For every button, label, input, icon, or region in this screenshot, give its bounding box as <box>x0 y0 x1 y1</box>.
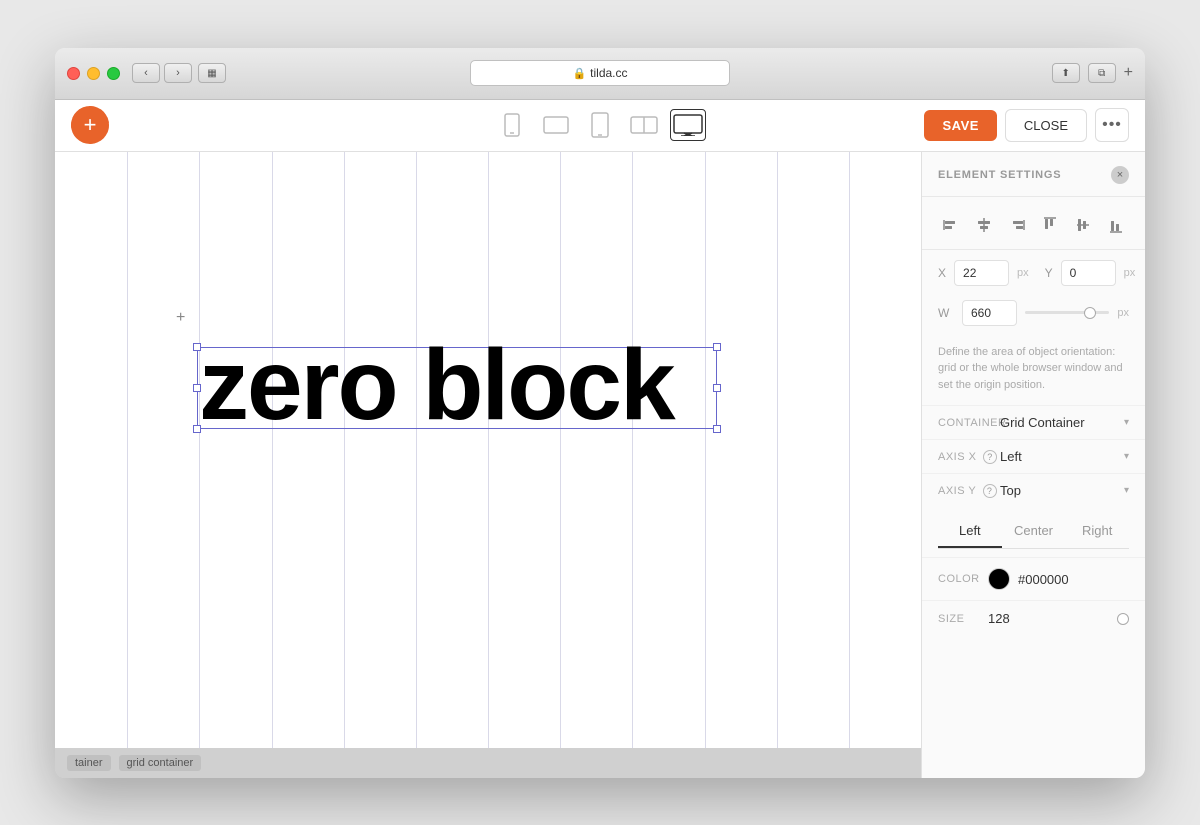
panel-close-button[interactable]: × <box>1111 166 1129 184</box>
maximize-window-btn[interactable] <box>107 67 120 80</box>
x-input[interactable] <box>954 260 1009 286</box>
size-slider-dot[interactable] <box>1117 613 1129 625</box>
position-xy-row: X px Y px <box>922 250 1145 296</box>
y-unit: px <box>1124 267 1136 279</box>
lock-icon: 🔒 <box>572 67 586 80</box>
align-left-icon[interactable] <box>937 211 965 239</box>
tab-left[interactable]: Left <box>938 515 1002 548</box>
size-row: SIZE 128 <box>922 600 1145 636</box>
breadcrumb-bar: tainer grid container <box>55 748 921 778</box>
y-input[interactable] <box>1061 260 1116 286</box>
axis-y-dropdown-arrow[interactable]: ▾ <box>1124 485 1129 496</box>
back-btn[interactable]: ‹ <box>132 63 160 83</box>
container-label: CONTAINER <box>938 417 1000 429</box>
color-row: COLOR #000000 <box>922 557 1145 600</box>
breadcrumb-grid-container[interactable]: grid container <box>119 755 202 771</box>
resize-handle-bl[interactable] <box>193 425 201 433</box>
align-top-icon[interactable] <box>1036 211 1064 239</box>
tab-center[interactable]: Center <box>1002 515 1066 548</box>
resize-handle-tl[interactable] <box>193 343 201 351</box>
y-label: Y <box>1045 266 1053 280</box>
text-block-content[interactable]: zero block <box>199 335 674 435</box>
w-slider-thumb[interactable] <box>1084 307 1096 319</box>
title-bar-right: ⬆ ⧉ + <box>1052 63 1133 83</box>
close-window-btn[interactable] <box>67 67 80 80</box>
device-split-view[interactable] <box>626 109 662 141</box>
url-text: tilda.cc <box>590 66 627 80</box>
resize-handle-ml[interactable] <box>193 384 201 392</box>
container-setting-row: CONTAINER Grid Container ▾ <box>922 405 1145 439</box>
color-label: COLOR <box>938 573 988 585</box>
description-text: Define the area of object orientation: g… <box>922 336 1145 406</box>
axis-x-dropdown-arrow[interactable]: ▾ <box>1124 451 1129 462</box>
x-label: X <box>938 266 946 280</box>
align-bottom-icon[interactable] <box>1102 211 1130 239</box>
resize-handle-br[interactable] <box>713 425 721 433</box>
app-toolbar: + <box>55 100 1145 152</box>
new-tab-btn[interactable]: ⧉ <box>1088 63 1116 83</box>
color-swatch[interactable] <box>988 568 1010 590</box>
resize-handle-tr[interactable] <box>713 343 721 351</box>
container-value: Grid Container <box>1000 415 1124 430</box>
sidebar-toggle-btn[interactable]: ▦ <box>198 63 226 83</box>
traffic-lights <box>67 67 120 80</box>
ellipsis-icon: ••• <box>1102 116 1122 134</box>
toolbar-right: SAVE CLOSE ••• <box>924 108 1129 142</box>
axis-x-help-icon[interactable]: ? <box>983 450 997 464</box>
mac-window: ‹ › ▦ 🔒 tilda.cc ⬆ ⧉ + + <box>55 48 1145 778</box>
close-button[interactable]: CLOSE <box>1005 109 1087 142</box>
more-options-button[interactable]: ••• <box>1095 108 1129 142</box>
color-value: #000000 <box>1018 572 1069 587</box>
w-unit: px <box>1117 307 1129 319</box>
axis-x-value: Left <box>1000 449 1124 464</box>
w-label: W <box>938 306 954 320</box>
align-tabs: Left Center Right <box>938 515 1129 549</box>
align-middle-v-icon[interactable] <box>1069 211 1097 239</box>
container-dropdown-arrow[interactable]: ▾ <box>1124 417 1129 428</box>
forward-btn[interactable]: › <box>164 63 192 83</box>
save-button[interactable]: SAVE <box>924 110 996 141</box>
axis-y-value: Top <box>1000 483 1124 498</box>
share-btn[interactable]: ⬆ <box>1052 63 1080 83</box>
text-block-wrapper[interactable]: zero block <box>197 347 717 429</box>
w-input[interactable] <box>962 300 1017 326</box>
resize-handle-mr[interactable] <box>713 384 721 392</box>
panel-header: ELEMENT SETTINGS × <box>922 152 1145 197</box>
nav-buttons: ‹ › <box>132 63 192 83</box>
device-tablet-landscape[interactable] <box>538 109 574 141</box>
main-area: zero block tainer grid container ELE <box>55 152 1145 778</box>
w-slider[interactable] <box>1025 311 1109 314</box>
tab-right[interactable]: Right <box>1065 515 1129 548</box>
width-row: W px <box>922 296 1145 336</box>
alignment-icons-row <box>922 197 1145 250</box>
axis-y-setting-row: AXIS Y ? Top ▾ <box>922 473 1145 507</box>
add-element-dashed-ring <box>71 106 109 144</box>
address-bar[interactable]: 🔒 tilda.cc <box>470 60 730 86</box>
settings-panel: ELEMENT SETTINGS × <box>921 152 1145 778</box>
title-bar: ‹ › ▦ 🔒 tilda.cc ⬆ ⧉ + <box>55 48 1145 100</box>
grid-lines <box>55 152 921 748</box>
axis-y-help-icon[interactable]: ? <box>983 484 997 498</box>
axis-x-setting-row: AXIS X ? Left ▾ <box>922 439 1145 473</box>
breadcrumb-container[interactable]: tainer <box>67 755 111 771</box>
canvas-content: zero block <box>55 152 921 748</box>
align-right-icon[interactable] <box>1003 211 1031 239</box>
add-tab-icon[interactable]: + <box>1124 64 1133 82</box>
axis-x-label: AXIS X ? <box>938 450 1000 464</box>
align-center-h-icon[interactable] <box>970 211 998 239</box>
minimize-window-btn[interactable] <box>87 67 100 80</box>
crosshair-cursor <box>180 317 200 337</box>
panel-title: ELEMENT SETTINGS <box>938 169 1061 181</box>
x-unit: px <box>1017 267 1029 279</box>
device-mobile-portrait[interactable] <box>494 109 530 141</box>
device-desktop[interactable] <box>670 109 706 141</box>
device-tablet-portrait[interactable] <box>582 109 618 141</box>
axis-y-label: AXIS Y ? <box>938 484 1000 498</box>
canvas-area[interactable]: zero block tainer grid container <box>55 152 921 778</box>
device-icons-group <box>494 109 706 141</box>
size-label: SIZE <box>938 613 988 625</box>
size-value: 128 <box>988 611 1117 626</box>
